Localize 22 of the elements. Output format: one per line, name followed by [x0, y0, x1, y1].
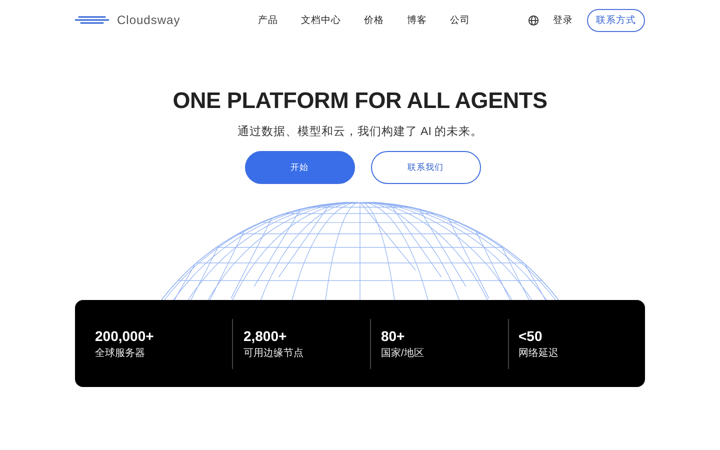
- nav-link[interactable]: 公司: [450, 14, 470, 26]
- login-link[interactable]: 登录: [553, 14, 573, 26]
- nav-link[interactable]: 产品: [258, 14, 278, 26]
- stat-value: 2,800+: [243, 328, 288, 344]
- nav-link[interactable]: 文档中心: [301, 14, 341, 26]
- logo-text: Cloudsway: [117, 13, 180, 27]
- stat-label: 可用边缘节点: [243, 346, 304, 360]
- stat-label: 网络延迟: [518, 346, 560, 360]
- globe-icon[interactable]: [528, 14, 539, 26]
- contact-button[interactable]: 联系方式: [587, 8, 645, 32]
- nav-link[interactable]: 博客: [407, 14, 427, 26]
- contact-us-button[interactable]: 联系我们: [370, 151, 480, 184]
- nav-link[interactable]: 价格: [364, 14, 384, 26]
- start-button[interactable]: 开始: [244, 151, 354, 184]
- stat-value: 80+: [380, 328, 406, 344]
- stat-value: 200,000+: [95, 328, 155, 344]
- stat-value: <50: [518, 328, 544, 344]
- stat-label: 全球服务器: [95, 346, 146, 360]
- hero-subtitle: 通过数据、模型和云，我们构建了 AI 的未来。: [237, 124, 483, 139]
- stat-label: 国家/地区: [380, 346, 425, 360]
- logo-icon: [75, 15, 109, 25]
- hero-title: ONE PLATFORM FOR ALL AGENTS: [172, 88, 548, 114]
